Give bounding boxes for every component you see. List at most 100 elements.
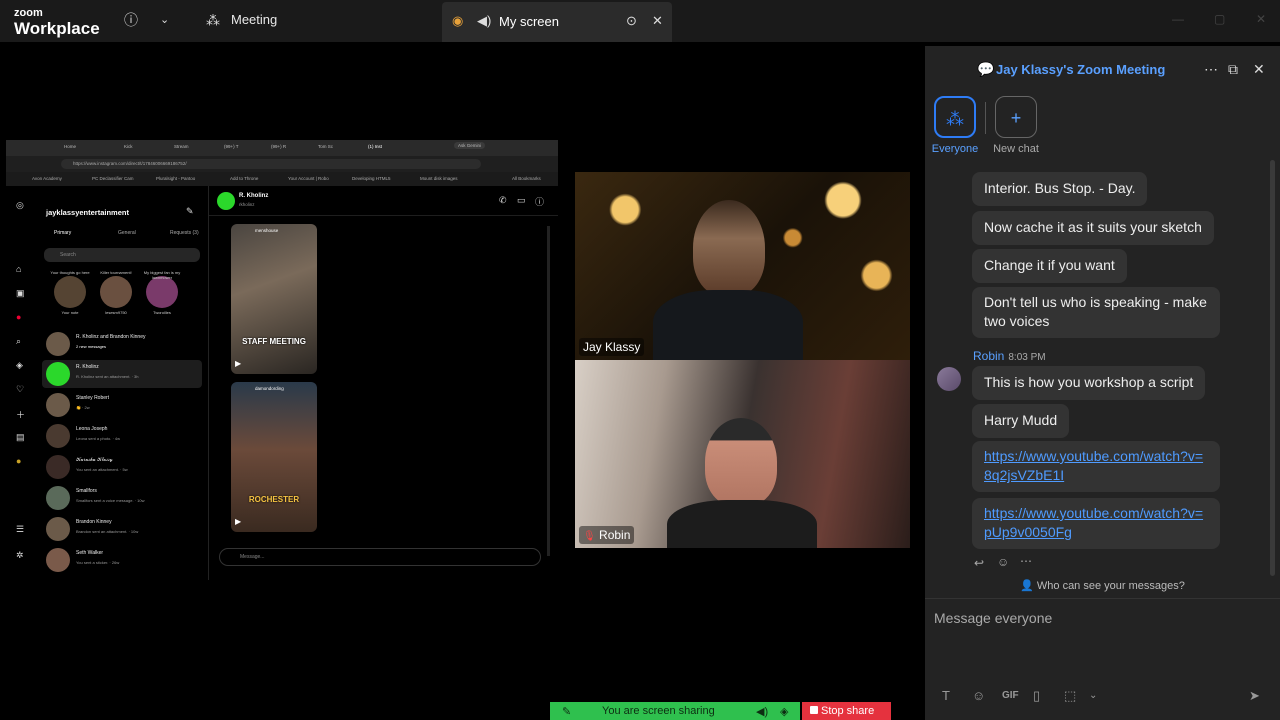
meeting-tab[interactable]: Meeting: [231, 12, 277, 27]
menu-icon[interactable]: ☰: [16, 524, 24, 535]
create-icon[interactable]: ＋: [16, 408, 25, 421]
browser-tab-active[interactable]: (1) Inst: [368, 144, 382, 149]
dm-list-item[interactable]: Leona Joseph Leona sent a photo. · 4w: [42, 422, 202, 450]
compose-input[interactable]: Message everyone: [934, 610, 1052, 626]
home-icon[interactable]: ⌂: [16, 264, 21, 274]
youtube-link[interactable]: https://www.youtube.com/watch?v=pUp9v005…: [984, 505, 1203, 540]
screen-sharing-bar[interactable]: ✎ You are screen sharing ◀) ◈: [550, 702, 800, 720]
bookmark[interactable]: PC Declassifier Cam: [92, 176, 134, 181]
chat-message-link: https://www.youtube.com/watch?v=pUp9v005…: [972, 498, 1220, 549]
threads-icon[interactable]: ✲: [16, 550, 24, 561]
robin-avatar[interactable]: [937, 367, 961, 391]
messages-icon[interactable]: ▤: [16, 432, 25, 443]
sender-name[interactable]: Robin: [973, 349, 1004, 363]
my-screen-tab[interactable]: ◉ ◀) My screen ⊙ ✕: [442, 2, 672, 42]
more-icon[interactable]: ⋯: [1204, 61, 1218, 78]
emoji-react-icon[interactable]: ☺: [997, 555, 1009, 569]
tab-requests[interactable]: Requests (3): [170, 230, 199, 236]
dm-list-item[interactable]: Smallfors Smallfors sent a voice message…: [42, 484, 202, 512]
info-icon[interactable]: ⓘ: [124, 10, 138, 30]
chat-scrollbar[interactable]: [1270, 160, 1275, 576]
url-field[interactable]: https://www.instagram.com/direct/t/17846…: [61, 159, 481, 169]
everyone-tile[interactable]: ⁂: [934, 96, 976, 138]
conversation-name[interactable]: R. Kholinz: [239, 193, 268, 199]
close-icon[interactable]: ✕: [1253, 61, 1265, 78]
note-avatar[interactable]: [146, 276, 178, 308]
more-options-icon[interactable]: ⊙: [626, 13, 637, 29]
gif-button[interactable]: GIF: [1002, 690, 1019, 701]
speaker-icon[interactable]: ◀): [477, 13, 491, 29]
video-tile-robin[interactable]: 🎙 Robin: [575, 360, 910, 548]
compose-icon[interactable]: ✎: [186, 206, 194, 217]
browser-tab[interactable]: (99+) T: [224, 144, 239, 149]
dm-list-item[interactable]: Seth Walker You sent a sticker. · 26w: [42, 546, 202, 574]
browser-tab[interactable]: Tom Sc: [318, 144, 333, 149]
instagram-logo-icon[interactable]: ◎: [16, 200, 24, 211]
play-icon[interactable]: ▶: [235, 359, 241, 368]
new-chat-button[interactable]: +: [995, 96, 1037, 138]
shield-icon[interactable]: ◈: [780, 705, 788, 718]
shared-reel[interactable]: menshouse STAFF MEETING ▶: [231, 224, 317, 374]
account-name[interactable]: jayklassyentertainment: [46, 208, 129, 217]
dm-message-input[interactable]: Message...: [219, 548, 541, 566]
note-avatar[interactable]: [54, 276, 86, 308]
maximize-icon[interactable]: ▢: [1214, 12, 1225, 26]
browser-tab[interactable]: Stream: [174, 144, 189, 149]
explore-icon[interactable]: ◈: [16, 360, 23, 371]
scrollbar[interactable]: [547, 226, 550, 556]
reply-icon[interactable]: ↩: [974, 556, 984, 570]
dm-preview: Leona sent a photo. · 4w: [76, 436, 121, 441]
dm-list-item[interactable]: 𝒦𝒶𝓇𝒶𝓈𝒽𝒶 𝒦𝓁𝒶𝓈𝓈𝓎 You sent an attachment. ·…: [42, 453, 202, 481]
heart-icon[interactable]: ♡: [16, 384, 24, 395]
message-visibility[interactable]: 👤 Who can see your messages?: [925, 579, 1280, 592]
pin-icon[interactable]: ✎: [562, 705, 571, 718]
dm-list-item[interactable]: Brandon Kinney Brandon sent an attachmen…: [42, 515, 202, 543]
search-icon[interactable]: ⌕: [16, 336, 21, 347]
bookmark[interactable]: Developing HTML5: [352, 176, 391, 181]
bookmark[interactable]: All Bookmarks: [512, 176, 541, 181]
bookmark[interactable]: Mount disk images: [420, 176, 458, 181]
chevron-down-icon[interactable]: ⌄: [1089, 690, 1097, 701]
bookmark[interactable]: Pluralsight - Pantoo: [156, 176, 195, 181]
tab-primary[interactable]: Primary: [54, 230, 71, 236]
browser-tab[interactable]: Home: [64, 144, 76, 149]
tab-general[interactable]: General: [118, 230, 136, 236]
chevron-down-icon[interactable]: ⌄: [160, 13, 169, 26]
browser-tab[interactable]: Kick: [124, 144, 133, 149]
minimize-icon[interactable]: —: [1172, 12, 1184, 26]
dm-list-item[interactable]: Stanley Robert 👏 · 2w: [42, 391, 202, 419]
send-icon[interactable]: ➤: [1249, 688, 1260, 704]
ask-gemini-button[interactable]: Ask Gemini: [454, 142, 486, 149]
browser-tab[interactable]: (99+) R: [271, 144, 286, 149]
info-icon[interactable]: ⓘ: [535, 195, 544, 208]
bookmark[interactable]: Avon Academy: [32, 176, 62, 181]
more-actions-icon[interactable]: ⋯: [1020, 554, 1032, 568]
note-avatar[interactable]: [100, 276, 132, 308]
dm-search-input[interactable]: Search: [44, 248, 200, 262]
video-tile-jay[interactable]: Jay Klassy: [575, 172, 910, 360]
reels-icon[interactable]: ▣: [16, 288, 25, 299]
audio-icon[interactable]: ◀): [756, 705, 768, 718]
chat-bubbles-icon: 💬: [977, 61, 995, 77]
bookmark[interactable]: Your Account | Robo: [288, 176, 329, 181]
screenshot-icon[interactable]: ⬚: [1064, 688, 1076, 704]
bookmark[interactable]: Add to Throne: [230, 176, 258, 181]
stop-share-button[interactable]: Stop share: [802, 702, 891, 720]
file-icon[interactable]: ▯: [1033, 688, 1040, 704]
profile-icon[interactable]: ●: [16, 456, 21, 466]
phone-icon[interactable]: ✆: [499, 195, 507, 206]
pop-out-icon[interactable]: ⧉: [1228, 61, 1238, 78]
close-tab-icon[interactable]: ✕: [652, 13, 663, 29]
video-call-icon[interactable]: ▭: [517, 195, 526, 206]
play-icon[interactable]: ▶: [235, 517, 241, 526]
emoji-icon[interactable]: ☺: [972, 688, 985, 703]
notifications-icon[interactable]: ●: [16, 312, 21, 322]
avatar: [46, 393, 70, 417]
youtube-link[interactable]: https://www.youtube.com/watch?v=8q2jsVZb…: [984, 448, 1203, 483]
avatar[interactable]: [217, 192, 235, 210]
dm-list-item-active[interactable]: R. Kholinz R. Kholinz sent an attachment…: [42, 360, 202, 388]
shared-reel[interactable]: damondording ROCHESTER ▶: [231, 382, 317, 532]
format-text-icon[interactable]: T: [942, 688, 950, 703]
window-close-icon[interactable]: ✕: [1256, 12, 1266, 26]
dm-list-item[interactable]: R. Kholinz and Brandon Kinney 2 new mess…: [42, 330, 202, 358]
